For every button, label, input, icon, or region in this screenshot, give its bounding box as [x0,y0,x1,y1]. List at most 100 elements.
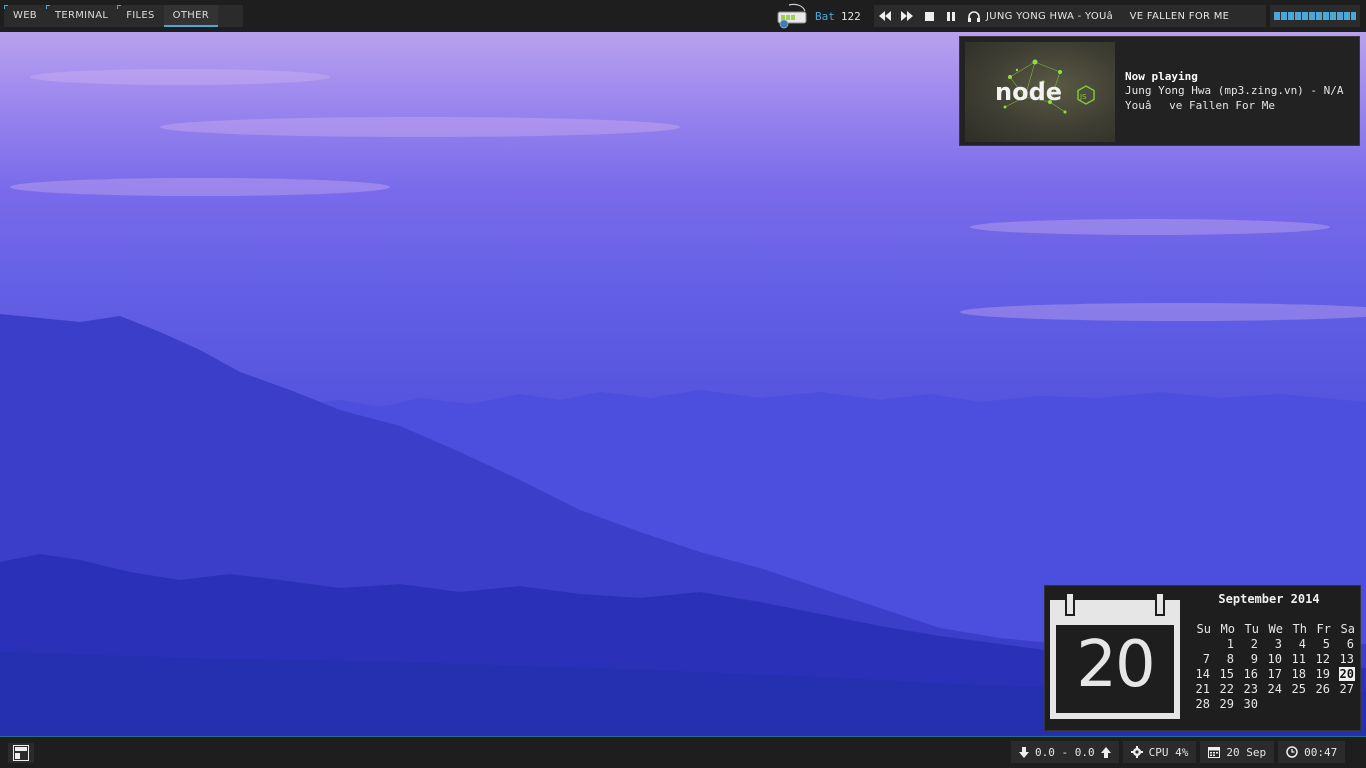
calendar-day[interactable]: 5 [1307,637,1331,652]
notification-song: Youâve Fallen For Me [1125,99,1276,112]
calendar-day[interactable]: 27 [1331,682,1355,697]
calendar-day[interactable]: 19 [1307,667,1331,682]
calendar-day[interactable]: 15 [1211,667,1235,682]
music-player-widget: JUNG YONG HWA - YOUâVE FALLEN FOR ME [874,5,1266,27]
calendar-day[interactable]: 2 [1235,637,1259,652]
calendar-day[interactable]: 29 [1211,697,1235,712]
cpu-widget[interactable]: CPU 4% [1122,741,1197,763]
calendar-day [1283,697,1307,712]
calendar-day[interactable]: 24 [1259,682,1283,697]
calendar-day[interactable]: 23 [1235,682,1259,697]
bottom-panel: 0.0 - 0.0 CPU 4% 20 Sep 00:47 [0,736,1366,768]
cpu-usage: CPU 4% [1148,745,1189,759]
notification-artist: Jung Yong Hwa (mp3.zing.vn) - N/A [1125,84,1344,97]
calendar-today[interactable]: 20 [1331,667,1355,682]
calendar-day[interactable]: 22 [1211,682,1235,697]
headphones-icon [968,10,980,22]
calendar-day [1307,697,1331,712]
svg-text:JS: JS [1079,93,1087,101]
calendar-day[interactable]: 21 [1187,682,1211,697]
calendar-day[interactable]: 10 [1259,652,1283,667]
calendar-weekday-row: Su Mo Tu We Th Fr Sa [1187,622,1355,637]
nodejs-logo-image: node JS [995,59,1095,114]
calendar-weekday: Sa [1340,622,1355,636]
top-panel: WEB TERMINAL FILES OTHER Bat 122 JUNG YO… [0,0,1366,32]
gear-icon [1130,746,1143,758]
calendar-day[interactable]: 3 [1259,637,1283,652]
stop-icon [924,11,934,21]
calendar-day[interactable]: 16 [1235,667,1259,682]
clock-widget[interactable]: 00:47 [1278,741,1346,763]
calendar-day [1259,697,1283,712]
fast-forward-button[interactable] [896,5,918,27]
calendar-widget: 20 September 2014 Su Mo Tu We Th Fr Sa 1 2 3 4 5 6 7 8… [1044,585,1361,731]
tag-terminal[interactable]: TERMINAL [45,5,117,27]
status-widgets: 0.0 - 0.0 CPU 4% 20 Sep 00:47 [1011,741,1346,763]
now-playing-track: JUNG YONG HWA - YOUâVE FALLEN FOR ME [986,10,1230,22]
calendar-weekday: Fr [1316,622,1331,636]
calendar-day[interactable]: 8 [1211,652,1235,667]
calendar-week-row: 28 29 30 [1187,697,1355,712]
calendar-day [1331,697,1355,712]
calendar-small-icon [1208,747,1221,758]
calendar-month-title: September 2014 [1218,592,1320,606]
date-widget[interactable]: 20 Sep [1200,741,1275,763]
volume-bar[interactable] [1270,5,1360,27]
calendar-day[interactable]: 7 [1187,652,1211,667]
launcher-button[interactable] [8,743,34,763]
calendar-day[interactable]: 17 [1259,667,1283,682]
calendar-day[interactable]: 12 [1307,652,1331,667]
pause-icon [947,11,955,21]
calendar-big-day: 20 [1076,628,1155,702]
stop-button[interactable] [918,5,940,27]
date-text: 20 Sep [1226,745,1267,759]
calendar-week-row: 14 15 16 17 18 19 20 [1187,667,1355,682]
arrow-up-icon [1100,746,1111,758]
battery-plug-icon [777,3,807,29]
calendar-week-row: 7 8 9 10 11 12 13 [1187,652,1355,667]
now-playing-notification[interactable]: node JS Now playing Jung Yong Hwa (mp3.z… [959,36,1360,146]
calendar-day[interactable]: 1 [1211,637,1235,652]
calendar-week-row: 21 22 23 24 25 26 27 [1187,682,1355,697]
calendar-day[interactable]: 30 [1235,697,1259,712]
calendar-day[interactable]: 4 [1283,637,1307,652]
calendar-day[interactable]: 9 [1235,652,1259,667]
tag-label: FILES [126,10,155,21]
calendar-day[interactable]: 28 [1187,697,1211,712]
calendar-weekday: Su [1196,622,1211,636]
calendar-weekday: Th [1292,622,1307,636]
network-widget[interactable]: 0.0 - 0.0 [1011,741,1119,763]
calendar-day[interactable]: 25 [1283,682,1307,697]
notification-title: Now playing [1125,70,1198,83]
rewind-icon [879,11,891,21]
battery-indicator[interactable]: Bat 122 [775,3,861,29]
calendar-day[interactable]: 13 [1331,652,1355,667]
calendar-day[interactable]: 26 [1307,682,1331,697]
arrow-down-icon [1019,746,1029,758]
pause-button[interactable] [940,5,962,27]
battery-value: 122 [840,9,861,23]
fast-forward-icon [901,11,913,21]
tag-web[interactable]: WEB [4,5,46,27]
album-cover: node JS [965,42,1115,142]
calendar-grid: Su Mo Tu We Th Fr Sa 1 2 3 4 5 6 7 8 9 10 11 12 13 14 15 16 17 1… [1187,622,1355,712]
layout-icon [13,745,29,761]
calendar-weekday: We [1268,622,1283,636]
calendar-day [1187,637,1211,652]
calendar-week-row: 123456 [1187,637,1355,652]
calendar-weekday: Mo [1220,622,1235,636]
calendar-weekday: Tu [1244,622,1259,636]
calendar-day[interactable]: 11 [1283,652,1307,667]
svg-text:node: node [995,78,1062,106]
tag-other[interactable]: OTHER [163,5,218,27]
clock-icon [1286,746,1298,758]
calendar-day[interactable]: 18 [1283,667,1307,682]
tag-label: TERMINAL [54,10,109,21]
network-speed: 0.0 - 0.0 [1035,745,1095,759]
time-text: 00:47 [1304,745,1338,759]
calendar-day[interactable]: 6 [1331,637,1355,652]
battery-label: Bat [815,9,835,23]
rewind-button[interactable] [874,5,896,27]
tag-files[interactable]: FILES [117,5,163,27]
calendar-day[interactable]: 14 [1187,667,1211,682]
